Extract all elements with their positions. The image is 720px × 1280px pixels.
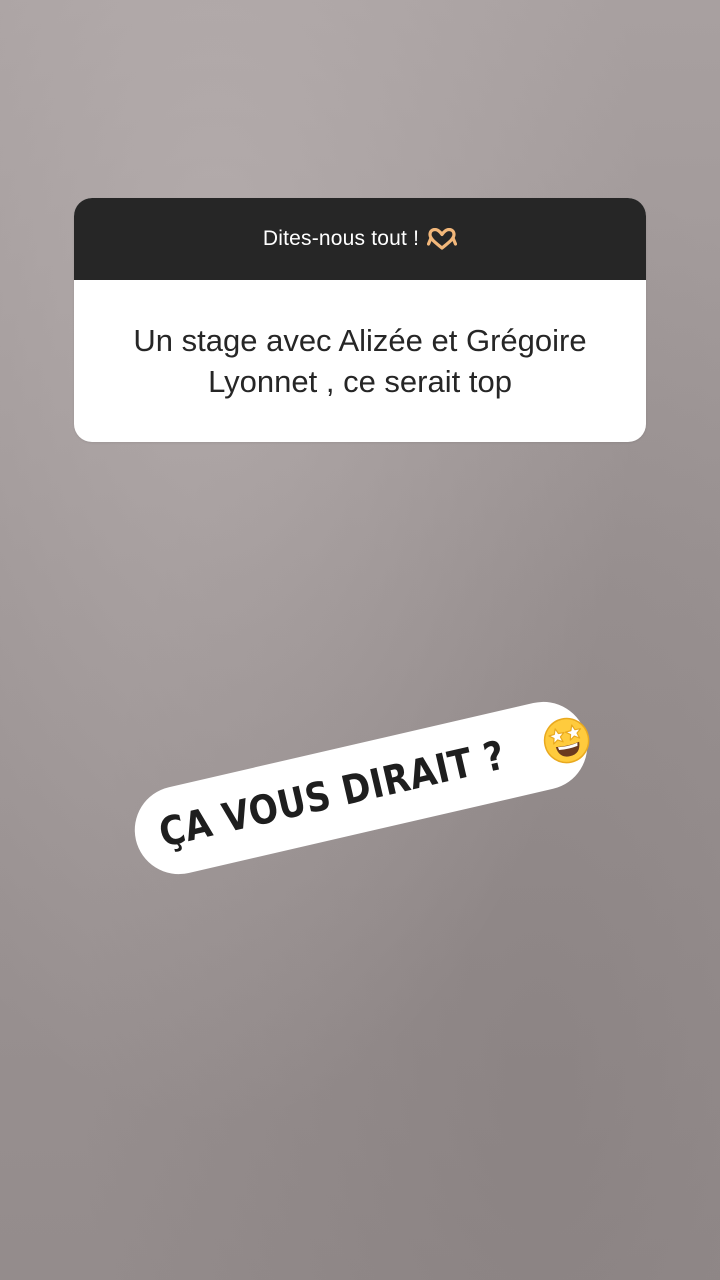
answer-body: Un stage avec Alizée et Grégoire Lyonnet… <box>74 280 646 442</box>
heart-hands-icon <box>427 228 458 250</box>
question-answer-card[interactable]: Dites-nous tout ! Un stage avec Alizée e… <box>74 198 646 442</box>
question-prompt: Dites-nous tout ! <box>262 227 420 250</box>
question-header: Dites-nous tout ! <box>74 198 646 280</box>
story-background <box>0 0 720 1280</box>
answer-text: Un stage avec Alizée et Grégoire Lyonnet… <box>133 323 587 399</box>
